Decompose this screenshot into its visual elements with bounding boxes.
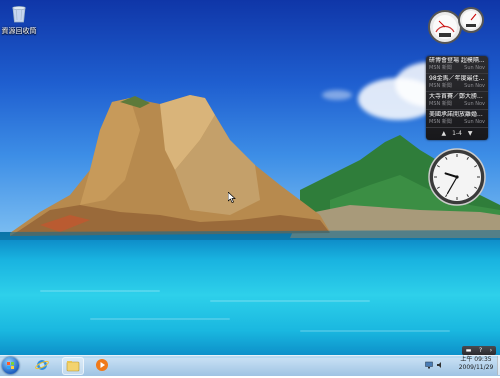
network-icon[interactable] — [425, 361, 433, 369]
gadget-toolbar[interactable]: ▬ ? › — [462, 346, 496, 355]
feed-item-title: 大寺首賽／鄭大勝... — [429, 93, 483, 100]
feed-item-title: 研博會登場 超模隔... — [429, 57, 485, 64]
feed-item-date: Sun Nov — [464, 83, 485, 89]
feed-item-title: 美國承諾開放離婚... — [429, 111, 483, 118]
analog-clock-gadget[interactable] — [428, 148, 486, 206]
desktop-wallpaper — [0, 0, 500, 375]
volume-icon[interactable] — [436, 361, 444, 369]
recycle-bin-icon — [9, 4, 29, 24]
feed-item[interactable]: 大寺首賽／鄭大勝... MSN 新聞 Sun Nov — [426, 92, 488, 110]
taskbar-explorer-button[interactable] — [62, 357, 84, 375]
arrow-icon[interactable]: › — [490, 347, 492, 355]
feed-item-date: Sun Nov — [464, 101, 485, 107]
clock-time: 上午 09:35 — [460, 356, 492, 363]
cpu-meter-gadget[interactable] — [426, 5, 488, 45]
folder-icon[interactable]: ▬ — [466, 347, 472, 355]
island-landscape — [0, 95, 500, 240]
feed-item-date: Sun Nov — [464, 119, 485, 125]
feed-item-date: Sun Nov — [464, 65, 485, 71]
system-tray — [425, 356, 447, 374]
feed-item-title: 98金馬／年度最佳... — [429, 75, 485, 82]
feed-item-source: MSN 新聞 — [429, 65, 452, 71]
taskbar-media-player-button[interactable] — [92, 357, 112, 373]
taskbar-internet-explorer-button[interactable] — [32, 357, 52, 373]
feed-item-source: MSN 新聞 — [429, 119, 452, 125]
recycle-bin-label: 資源回收筒 — [1, 27, 37, 35]
help-icon[interactable]: ? — [479, 347, 482, 355]
feed-item[interactable]: 98金馬／年度最佳... MSN 新聞 Sun Nov — [426, 74, 488, 92]
clock-date: 2009/11/29 — [458, 364, 494, 371]
folder-icon — [66, 361, 80, 372]
windows-orb-icon[interactable] — [2, 357, 19, 374]
media-player-icon — [96, 359, 108, 371]
feed-pager: ▲ 1-4 ▼ — [426, 129, 488, 138]
feed-item[interactable]: 研博會登場 超模隔... MSN 新聞 Sun Nov — [426, 56, 488, 74]
feed-item-source: MSN 新聞 — [429, 83, 452, 89]
mouse-cursor-icon — [228, 192, 236, 203]
recycle-bin[interactable]: 資源回收筒 — [1, 4, 37, 36]
feed-item[interactable]: 美國承諾開放離婚... MSN 新聞 Sun Nov — [426, 110, 488, 128]
internet-explorer-icon — [35, 360, 49, 370]
feed-headlines-gadget[interactable]: 研博會登場 超模隔... MSN 新聞 Sun Nov 98金馬／年度最佳... … — [426, 56, 488, 140]
taskbar-clock[interactable]: 上午 09:35 2009/11/29 — [455, 356, 497, 372]
feed-page-indicator: 1-4 — [452, 130, 462, 137]
previous-arrow-icon[interactable]: ▲ — [441, 130, 446, 137]
next-arrow-icon[interactable]: ▼ — [468, 130, 473, 137]
feed-item-source: MSN 新聞 — [429, 101, 452, 107]
